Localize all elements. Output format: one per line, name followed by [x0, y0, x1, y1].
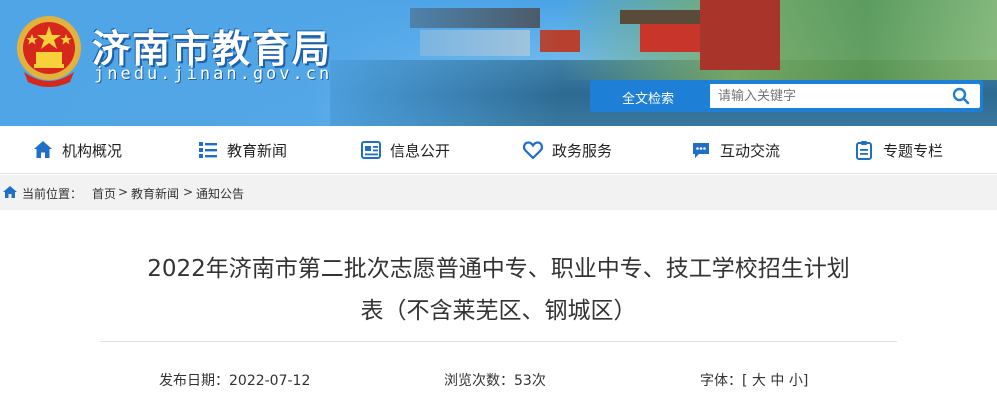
location-home-icon	[3, 186, 17, 198]
breadcrumb-link-notices[interactable]: 通知公告	[196, 185, 244, 202]
search-label[interactable]: 全文检索	[622, 88, 674, 107]
nav-item-government-services[interactable]: 政务服务	[522, 126, 612, 174]
chat-icon	[693, 143, 709, 158]
nav-label: 机构概况	[62, 141, 123, 160]
article-title-line: 表（不含莱芜区、钢城区）	[360, 298, 637, 324]
font-size-medium-link[interactable]: 中	[770, 373, 784, 389]
font-size-small-link[interactable]: 小	[789, 373, 803, 389]
home-icon	[34, 141, 52, 158]
nav-label: 信息公开	[390, 141, 451, 160]
heart-icon	[522, 141, 544, 160]
breadcrumb-separator: >	[183, 185, 194, 199]
newspaper-icon	[361, 141, 381, 159]
list-icon	[199, 142, 217, 158]
nav-label: 互动交流	[720, 141, 781, 160]
font-size-large-link[interactable]: 大	[752, 373, 766, 389]
breadcrumb-link-education-news[interactable]: 教育新闻	[131, 185, 179, 202]
header-banner: 济南市教育局 jnedu.jinan.gov.cn 全文检索	[0, 0, 997, 126]
breadcrumb-link-home[interactable]: 首页	[92, 185, 116, 202]
article-content: 2022年济南市第二批次志愿普通中专、职业中专、技工学校招生计划 表（不含莱芜区…	[0, 210, 997, 401]
search-icon	[952, 87, 970, 105]
font-size-bracket-close: ]	[802, 373, 809, 389]
article-title: 2022年济南市第二批次志愿普通中专、职业中专、技工学校招生计划 表（不含莱芜区…	[100, 248, 897, 332]
search-button[interactable]	[942, 84, 980, 108]
breadcrumb-prefix: 当前位置：	[22, 187, 83, 201]
nav-item-organization[interactable]: 机构概况	[32, 126, 122, 174]
nav-item-info-disclosure[interactable]: 信息公开	[360, 126, 450, 174]
site-domain: jnedu.jinan.gov.cn	[94, 64, 333, 84]
search-bar: 全文检索	[590, 80, 983, 112]
view-count: 浏览次数：53次	[444, 373, 546, 389]
nav-item-education-news[interactable]: 教育新闻	[197, 126, 287, 174]
breadcrumb: 当前位置： 首页 > 教育新闻 > 通知公告	[0, 175, 997, 210]
font-size-switcher: 字体：[ 大 中 小]	[700, 370, 808, 390]
font-size-label: 字体：	[700, 373, 742, 389]
breadcrumb-separator: >	[118, 185, 129, 199]
title-divider	[100, 341, 897, 342]
nav-item-special-topics[interactable]: 专题专栏	[853, 126, 943, 174]
article-title-line: 2022年济南市第二批次志愿普通中专、职业中专、技工学校招生计划	[147, 256, 850, 282]
nav-label: 专题专栏	[883, 141, 944, 160]
main-nav: 机构概况 教育新闻 信息公开 政务服务 互动交流 专题专栏	[0, 126, 997, 174]
font-size-bracket-open: [	[742, 373, 748, 389]
search-input[interactable]	[710, 84, 942, 108]
nav-label: 政务服务	[552, 141, 613, 160]
nav-label: 教育新闻	[227, 141, 288, 160]
banner-red-hall	[700, 0, 780, 70]
publish-date: 发布日期：2022-07-12	[159, 373, 311, 389]
national-emblem-icon	[17, 16, 81, 87]
clipboard-icon	[856, 141, 872, 160]
nav-item-interaction[interactable]: 互动交流	[690, 126, 780, 174]
